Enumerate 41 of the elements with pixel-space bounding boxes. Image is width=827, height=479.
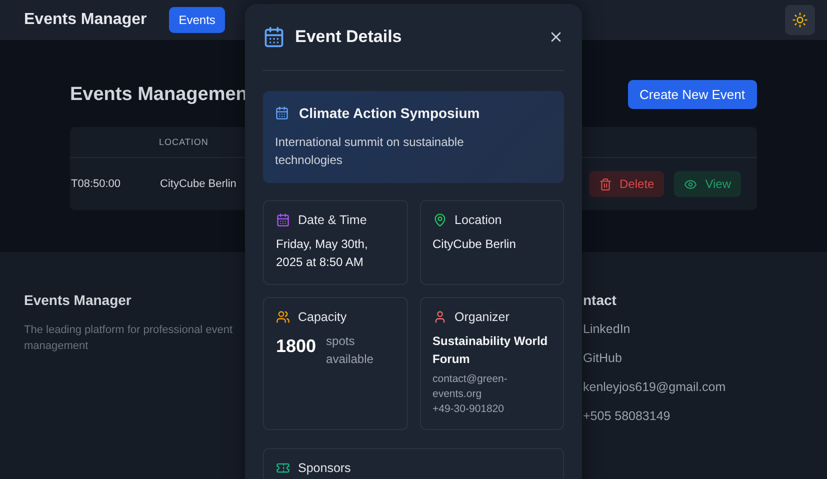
- contact-link[interactable]: GitHub: [583, 351, 803, 365]
- calendar-icon: [263, 26, 285, 48]
- contact-heading: ntact: [583, 292, 618, 308]
- brand-title: Events Manager: [24, 11, 147, 29]
- page-title: Events Managemen: [70, 84, 248, 106]
- sun-icon: [792, 12, 808, 28]
- people-icon: [276, 310, 290, 324]
- trash-icon: [598, 178, 612, 190]
- contact-link[interactable]: LinkedIn: [583, 322, 803, 336]
- table-cell-text: T08:50:00: [70, 178, 122, 190]
- organizer-email: contact@green-events.org: [432, 372, 508, 402]
- capacity-unit: spots available: [326, 333, 374, 368]
- create-event-button[interactable]: Create New Event: [628, 80, 757, 109]
- capacity-number: 1800: [276, 336, 316, 357]
- footer-tagline: The leading platform for professional event management: [24, 323, 234, 354]
- footer-brand: Events Manager: [24, 292, 132, 308]
- calendar-icon: [276, 213, 290, 227]
- card-label: Capacity: [298, 310, 347, 324]
- contact-link[interactable]: kenleyjos619@gmail.com: [583, 380, 803, 394]
- card-value: Friday, May 30th, 2025 at 8:50 AM: [276, 236, 369, 271]
- event-name: Climate Action Symposium: [299, 105, 480, 121]
- delete-button[interactable]: Delete: [588, 171, 664, 197]
- card-value: CityCube Berlin: [432, 236, 517, 253]
- modal-title: Event Details: [295, 27, 403, 47]
- nav-tab[interactable]: Events: [168, 7, 226, 33]
- contact-link[interactable]: +505 58083149: [583, 409, 803, 423]
- map-pin-icon: [432, 213, 446, 227]
- organizer-name: Sustainability World Forum: [432, 333, 549, 368]
- card-label: Location: [454, 213, 502, 227]
- ticket-icon: [276, 461, 290, 475]
- card-label: Sponsors: [298, 461, 351, 475]
- event-description: International summit on sustainable technologies: [275, 134, 465, 169]
- table-cell-text: CityCube Berlin: [160, 178, 238, 190]
- card-label: Date & Time: [298, 213, 367, 227]
- view-button[interactable]: View: [674, 171, 741, 197]
- eye-icon: [684, 178, 698, 190]
- card-label: Organizer: [454, 310, 510, 324]
- organizer-phone: +49-30-901820: [432, 402, 506, 417]
- person-icon: [432, 310, 446, 324]
- theme-toggle-button[interactable]: [785, 5, 815, 35]
- calendar-icon: [275, 106, 289, 120]
